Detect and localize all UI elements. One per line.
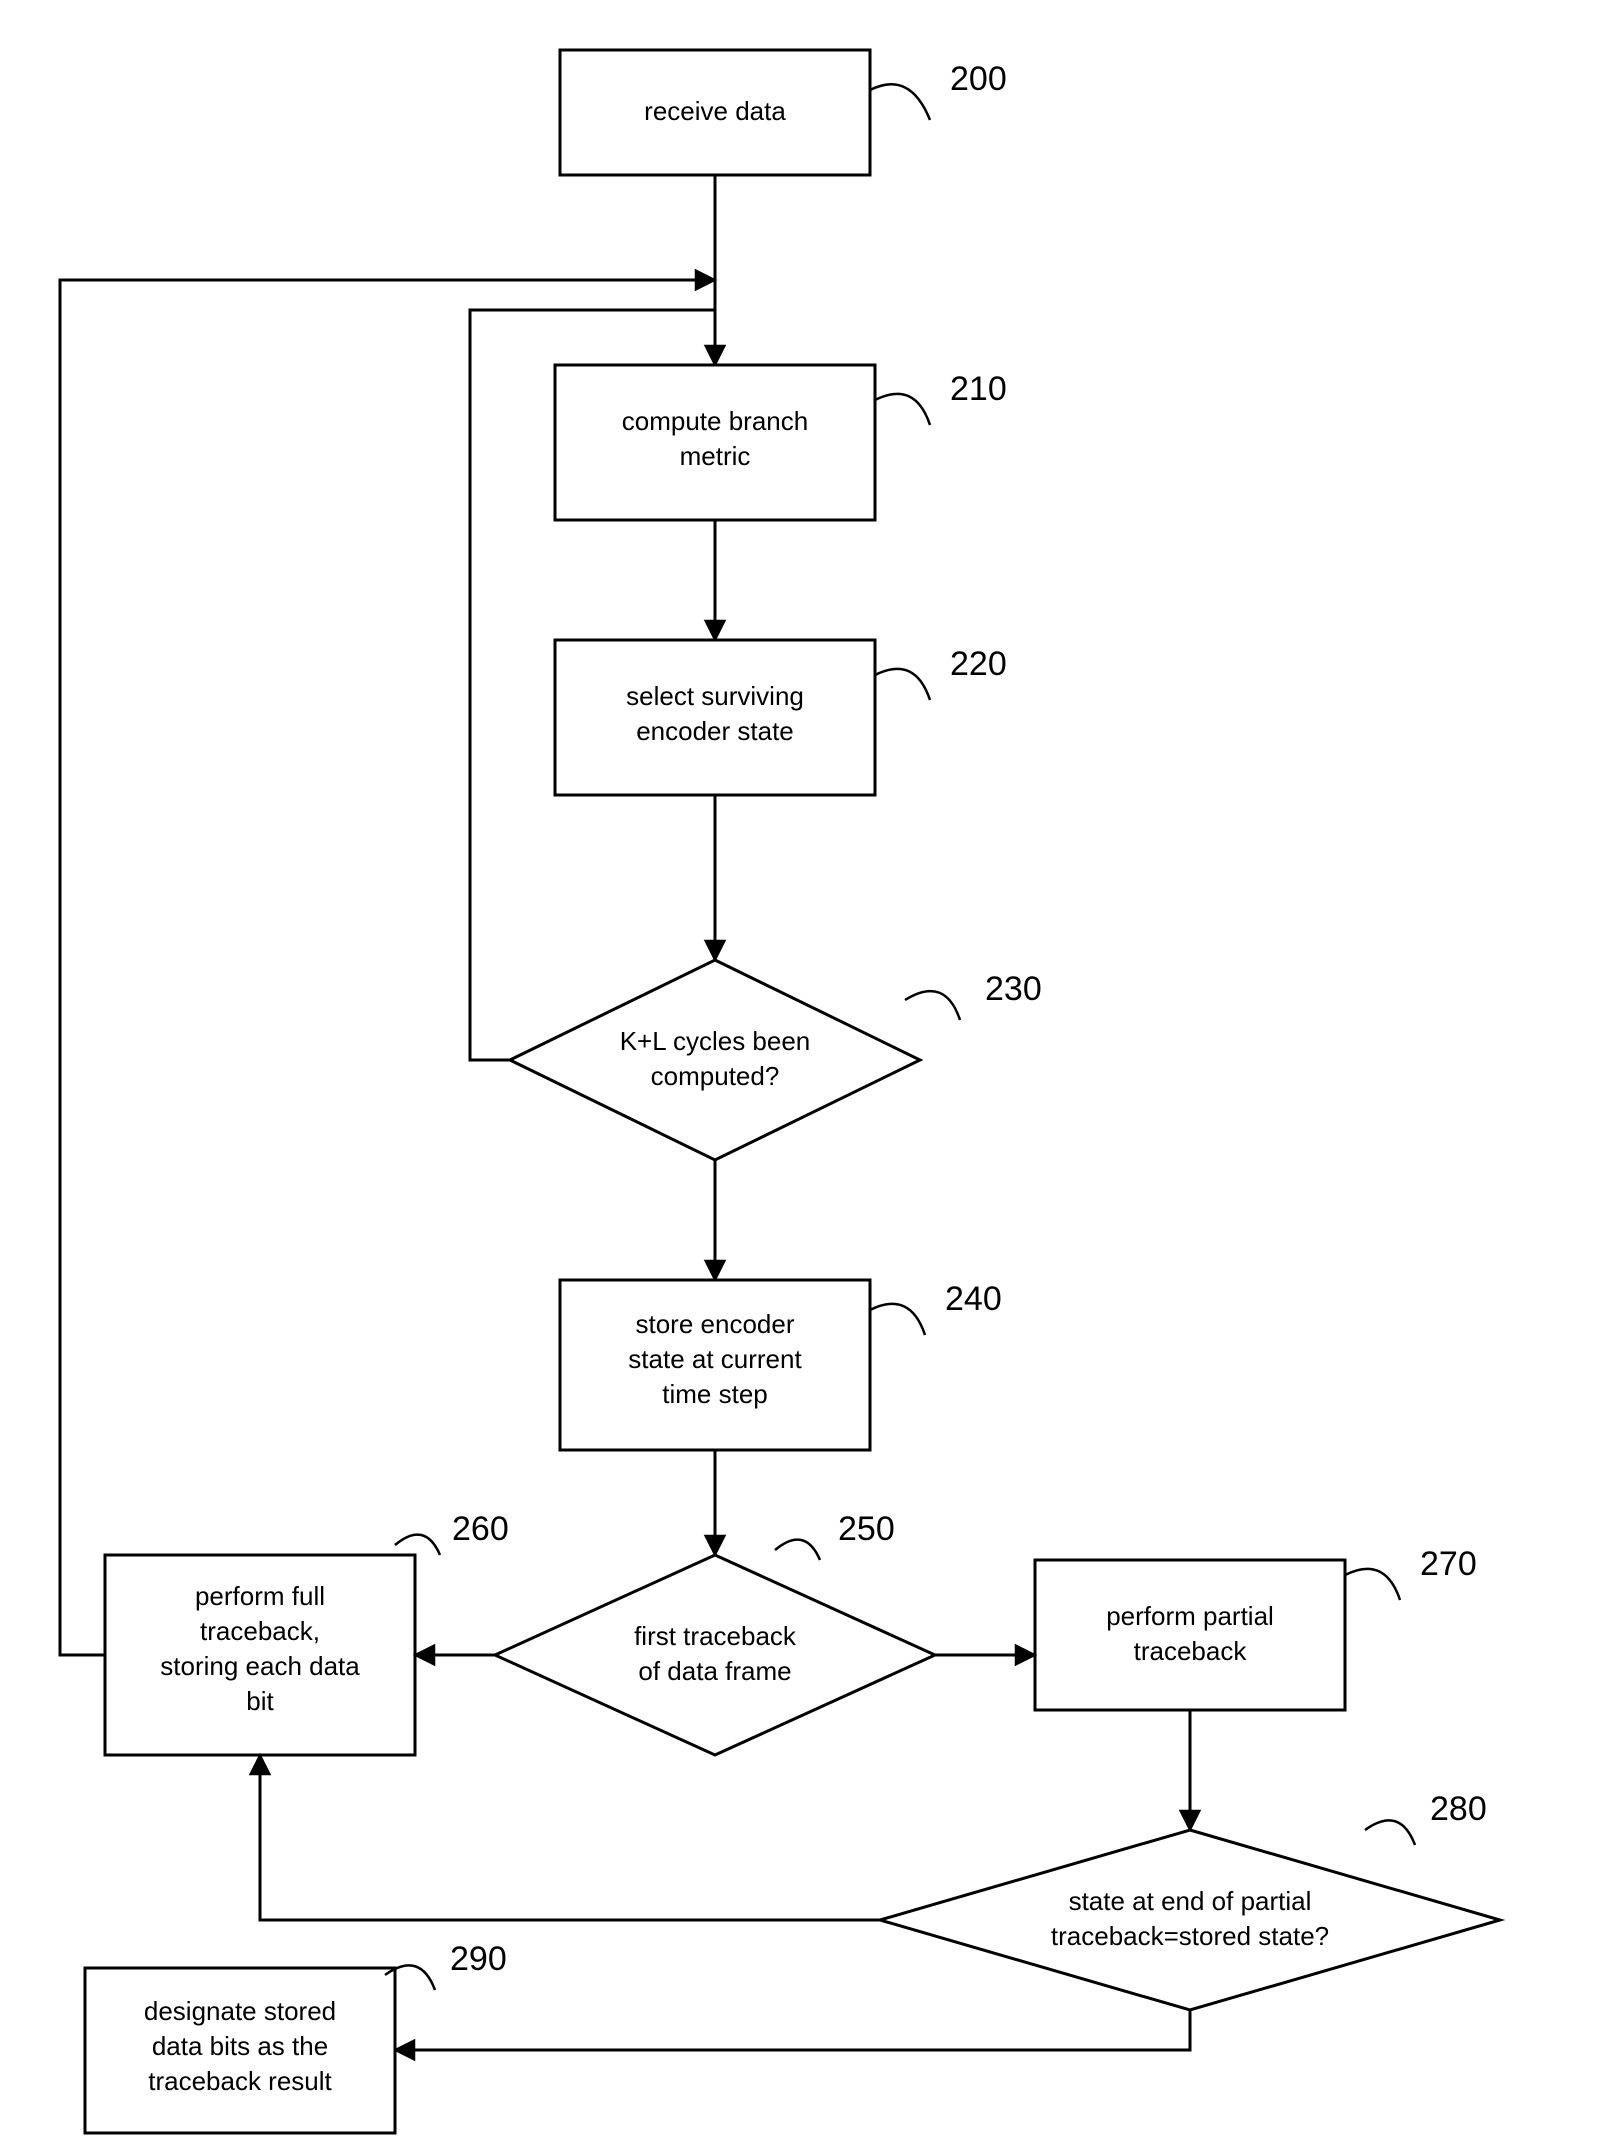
leader-240 bbox=[870, 1304, 925, 1335]
ref-280: 280 bbox=[1430, 1790, 1487, 1828]
node-full-traceback-l2: traceback, bbox=[200, 1616, 320, 1646]
node-select-surviving-l2: encoder state bbox=[636, 716, 794, 746]
node-receive-data-label: receive data bbox=[644, 96, 786, 126]
ref-260: 260 bbox=[452, 1510, 509, 1548]
leader-280 bbox=[1365, 1820, 1415, 1845]
ref-270: 270 bbox=[1420, 1545, 1477, 1583]
node-compute-branch-metric-l1: compute branch bbox=[622, 406, 808, 436]
connector-280-yes bbox=[395, 2010, 1190, 2050]
node-compute-branch-metric-l2: metric bbox=[680, 441, 751, 471]
node-full-traceback-l1: perform full bbox=[195, 1581, 325, 1611]
node-first-traceback-of-data-frame: first traceback of data frame bbox=[495, 1555, 935, 1755]
node-state-eq-l2: traceback=stored state? bbox=[1051, 1921, 1329, 1951]
ref-240: 240 bbox=[945, 1280, 1002, 1318]
node-first-traceback-l2: of data frame bbox=[638, 1656, 791, 1686]
ref-210: 210 bbox=[950, 370, 1007, 408]
ref-230: 230 bbox=[985, 970, 1042, 1008]
leader-260 bbox=[395, 1535, 440, 1555]
node-perform-full-traceback: perform full traceback, storing each dat… bbox=[105, 1555, 415, 1755]
node-store-encoder-l2: state at current bbox=[628, 1344, 802, 1374]
node-full-traceback-l3: storing each data bbox=[160, 1651, 360, 1681]
node-first-traceback-l1: first traceback bbox=[634, 1621, 797, 1651]
node-partial-traceback-l2: traceback bbox=[1134, 1636, 1248, 1666]
node-store-encoder-l3: time step bbox=[662, 1379, 768, 1409]
node-designate-l2: data bits as the bbox=[152, 2031, 328, 2061]
node-designate-stored-bits: designate stored data bits as the traceb… bbox=[85, 1968, 395, 2133]
ref-220: 220 bbox=[950, 645, 1007, 683]
node-kl-cycles-l1: K+L cycles been bbox=[620, 1026, 811, 1056]
node-state-equals-stored: state at end of partial traceback=stored… bbox=[880, 1830, 1500, 2010]
node-kl-cycles-l2: computed? bbox=[651, 1061, 780, 1091]
leader-210 bbox=[875, 394, 930, 425]
node-designate-l1: designate stored bbox=[144, 1996, 336, 2026]
node-state-eq-l1: state at end of partial bbox=[1069, 1886, 1312, 1916]
leader-200 bbox=[870, 84, 930, 120]
node-partial-traceback-l1: perform partial bbox=[1106, 1601, 1274, 1631]
node-select-surviving-l1: select surviving bbox=[626, 681, 804, 711]
node-select-surviving-encoder-state: select surviving encoder state bbox=[555, 640, 875, 795]
node-perform-partial-traceback: perform partial traceback bbox=[1035, 1560, 1345, 1710]
node-full-traceback-l4: bit bbox=[246, 1686, 274, 1716]
node-receive-data: receive data bbox=[560, 50, 870, 175]
ref-290: 290 bbox=[450, 1940, 507, 1978]
node-compute-branch-metric: compute branch metric bbox=[555, 365, 875, 520]
leader-270 bbox=[1345, 1569, 1400, 1600]
node-designate-l3: traceback result bbox=[148, 2066, 332, 2096]
ref-250: 250 bbox=[838, 1510, 895, 1548]
ref-200: 200 bbox=[950, 60, 1007, 98]
leader-220 bbox=[875, 669, 930, 700]
node-store-encoder-state: store encoder state at current time step bbox=[560, 1280, 870, 1450]
leader-250 bbox=[775, 1540, 820, 1560]
connector-280-no bbox=[260, 1755, 880, 1920]
node-kl-cycles-computed: K+L cycles been computed? bbox=[510, 960, 920, 1160]
leader-230 bbox=[905, 991, 960, 1020]
node-store-encoder-l1: store encoder bbox=[636, 1309, 795, 1339]
